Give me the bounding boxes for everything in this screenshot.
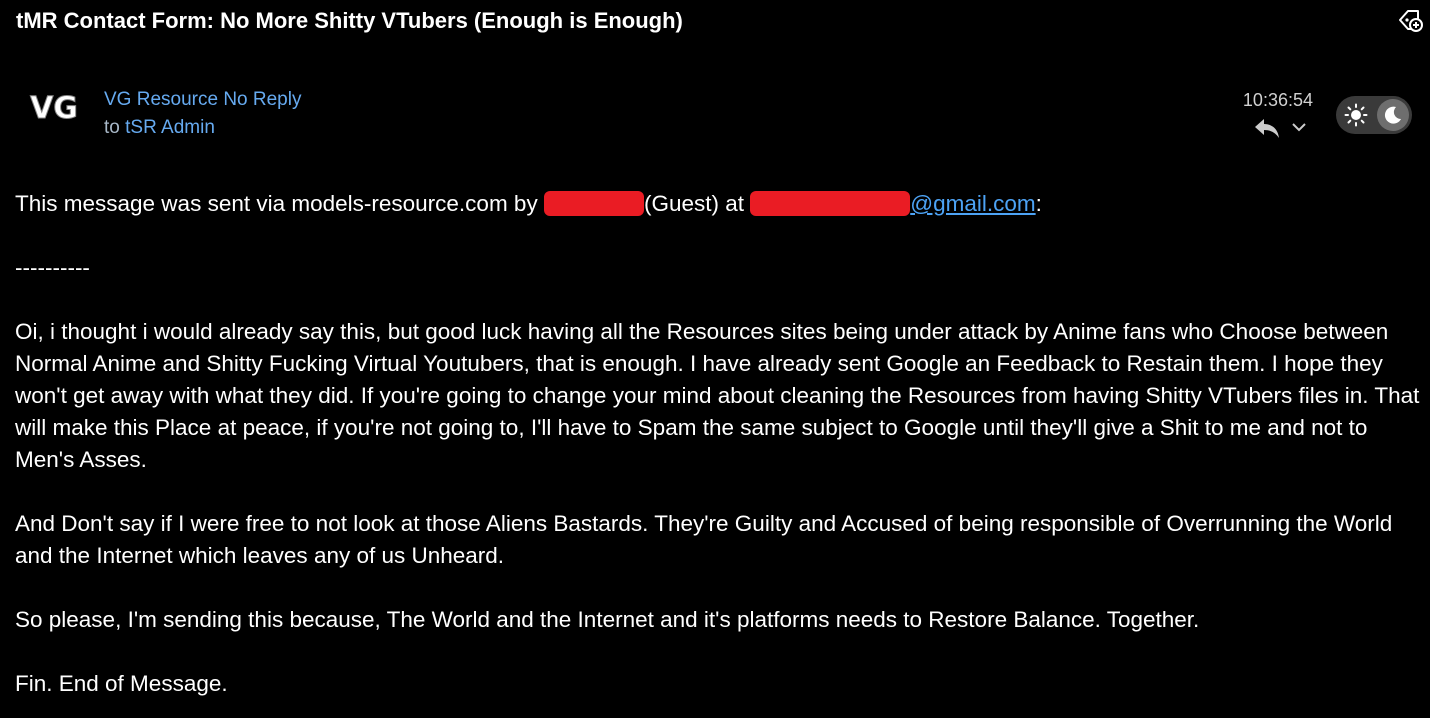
body-paragraph-3: So please, I'm sending this because, The… xyxy=(15,607,1200,632)
redacted-email xyxy=(750,191,911,216)
email-view: tMR Contact Form: No More Shitty VTubers… xyxy=(0,0,1430,718)
received-time: 10:36:54 xyxy=(1242,90,1313,110)
avatar-text: VG xyxy=(30,91,78,126)
moon-icon xyxy=(1384,106,1401,124)
separator: ---------- xyxy=(15,255,90,280)
body-paragraph-2: And Don't say if I were free to not look… xyxy=(15,511,1393,568)
recipient-name[interactable]: tSR Admin xyxy=(125,117,215,138)
body-paragraph-4: Fin. End of Message. xyxy=(15,671,228,696)
intro-prefix: This message was sent via models-resourc… xyxy=(15,191,544,216)
reply-icon[interactable] xyxy=(1252,116,1282,140)
body-paragraph-1: Oi, i thought i would already say this, … xyxy=(15,319,1420,472)
sender-email-link[interactable]: @gmail.com xyxy=(910,191,1035,216)
intro-colon: : xyxy=(1035,191,1042,216)
email-subject: tMR Contact Form: No More Shitty VTubers… xyxy=(16,8,683,33)
intro-line: This message was sent via models-resourc… xyxy=(15,188,1420,220)
sender-name[interactable]: VG Resource No Reply xyxy=(104,89,301,111)
redacted-name xyxy=(543,191,644,216)
chevron-down-icon[interactable] xyxy=(1290,119,1308,135)
sun-icon[interactable] xyxy=(1344,103,1368,127)
moon-knob[interactable] xyxy=(1377,99,1409,131)
label-add-icon[interactable] xyxy=(1396,6,1424,34)
email-body: This message was sent via models-resourc… xyxy=(15,188,1420,700)
theme-toggle[interactable] xyxy=(1336,96,1412,134)
intro-guest: (Guest) at xyxy=(643,191,751,216)
recipient-prefix: to xyxy=(104,117,120,138)
avatar: VG xyxy=(20,86,88,142)
recipient-line: to tSR Admin xyxy=(104,117,215,139)
